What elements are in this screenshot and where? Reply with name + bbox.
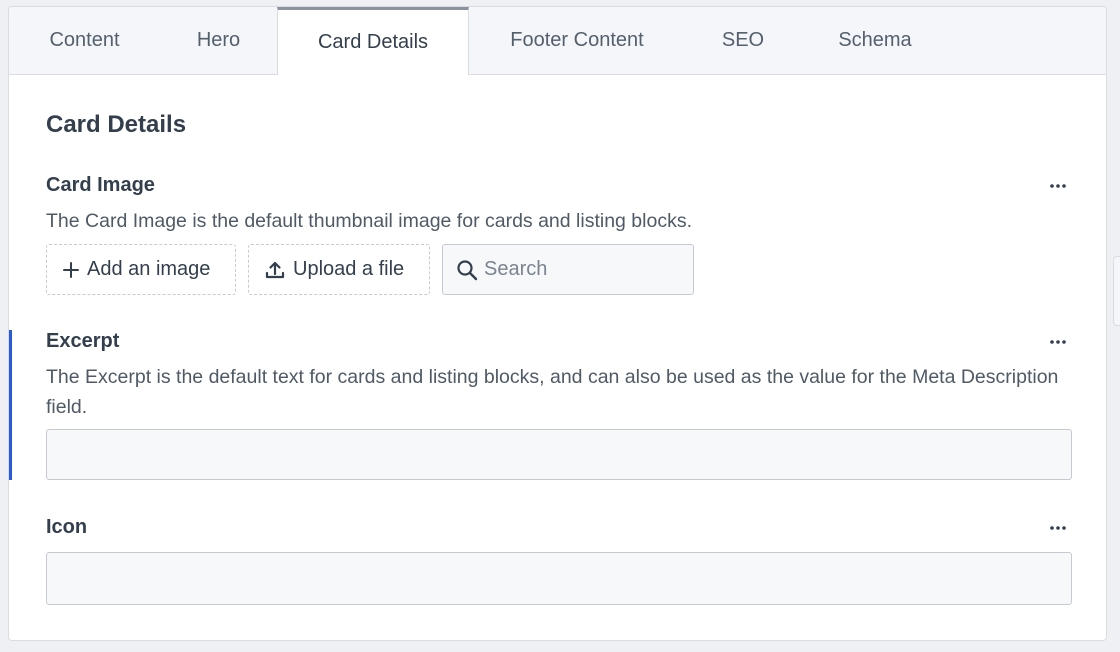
- icon-more-button[interactable]: [1046, 520, 1070, 536]
- ellipsis-icon: [1050, 184, 1066, 188]
- tab-hero[interactable]: Hero: [160, 7, 277, 74]
- image-search-input[interactable]: [484, 258, 684, 281]
- excerpt-description: The Excerpt is the default text for card…: [46, 366, 1059, 418]
- upload-icon: [265, 261, 285, 278]
- image-search-box[interactable]: [442, 244, 694, 295]
- tab-seo[interactable]: SEO: [685, 7, 801, 74]
- excerpt-more-button[interactable]: [1046, 334, 1070, 350]
- focused-field-indicator: [9, 330, 12, 480]
- adjacent-panel-edge: [1113, 256, 1120, 326]
- icon-input[interactable]: [46, 552, 1072, 605]
- card-details-panel: Content Hero Card Details Footer Content…: [8, 6, 1107, 641]
- tab-bar: Content Hero Card Details Footer Content…: [9, 7, 1106, 75]
- section-title: Card Details: [46, 111, 187, 138]
- tab-footer-content[interactable]: Footer Content: [469, 7, 685, 74]
- tab-card-details[interactable]: Card Details: [277, 7, 469, 75]
- card-image-more-button[interactable]: [1046, 178, 1070, 194]
- card-image-label: Card Image: [46, 174, 155, 196]
- excerpt-input[interactable]: [46, 429, 1072, 480]
- tab-content[interactable]: Content: [9, 7, 160, 74]
- icon-label: Icon: [46, 516, 88, 538]
- plus-icon: [63, 261, 79, 278]
- upload-file-button[interactable]: Upload a file: [248, 244, 430, 295]
- ellipsis-icon: [1050, 526, 1066, 530]
- search-icon: [457, 259, 478, 280]
- excerpt-label: Excerpt: [46, 330, 120, 352]
- upload-file-label: Upload a file: [293, 258, 405, 280]
- ellipsis-icon: [1050, 340, 1066, 344]
- add-image-button[interactable]: Add an image: [46, 244, 236, 295]
- tab-schema[interactable]: Schema: [801, 7, 949, 74]
- card-image-description: The Card Image is the default thumbnail …: [46, 210, 692, 232]
- add-image-label: Add an image: [87, 258, 211, 280]
